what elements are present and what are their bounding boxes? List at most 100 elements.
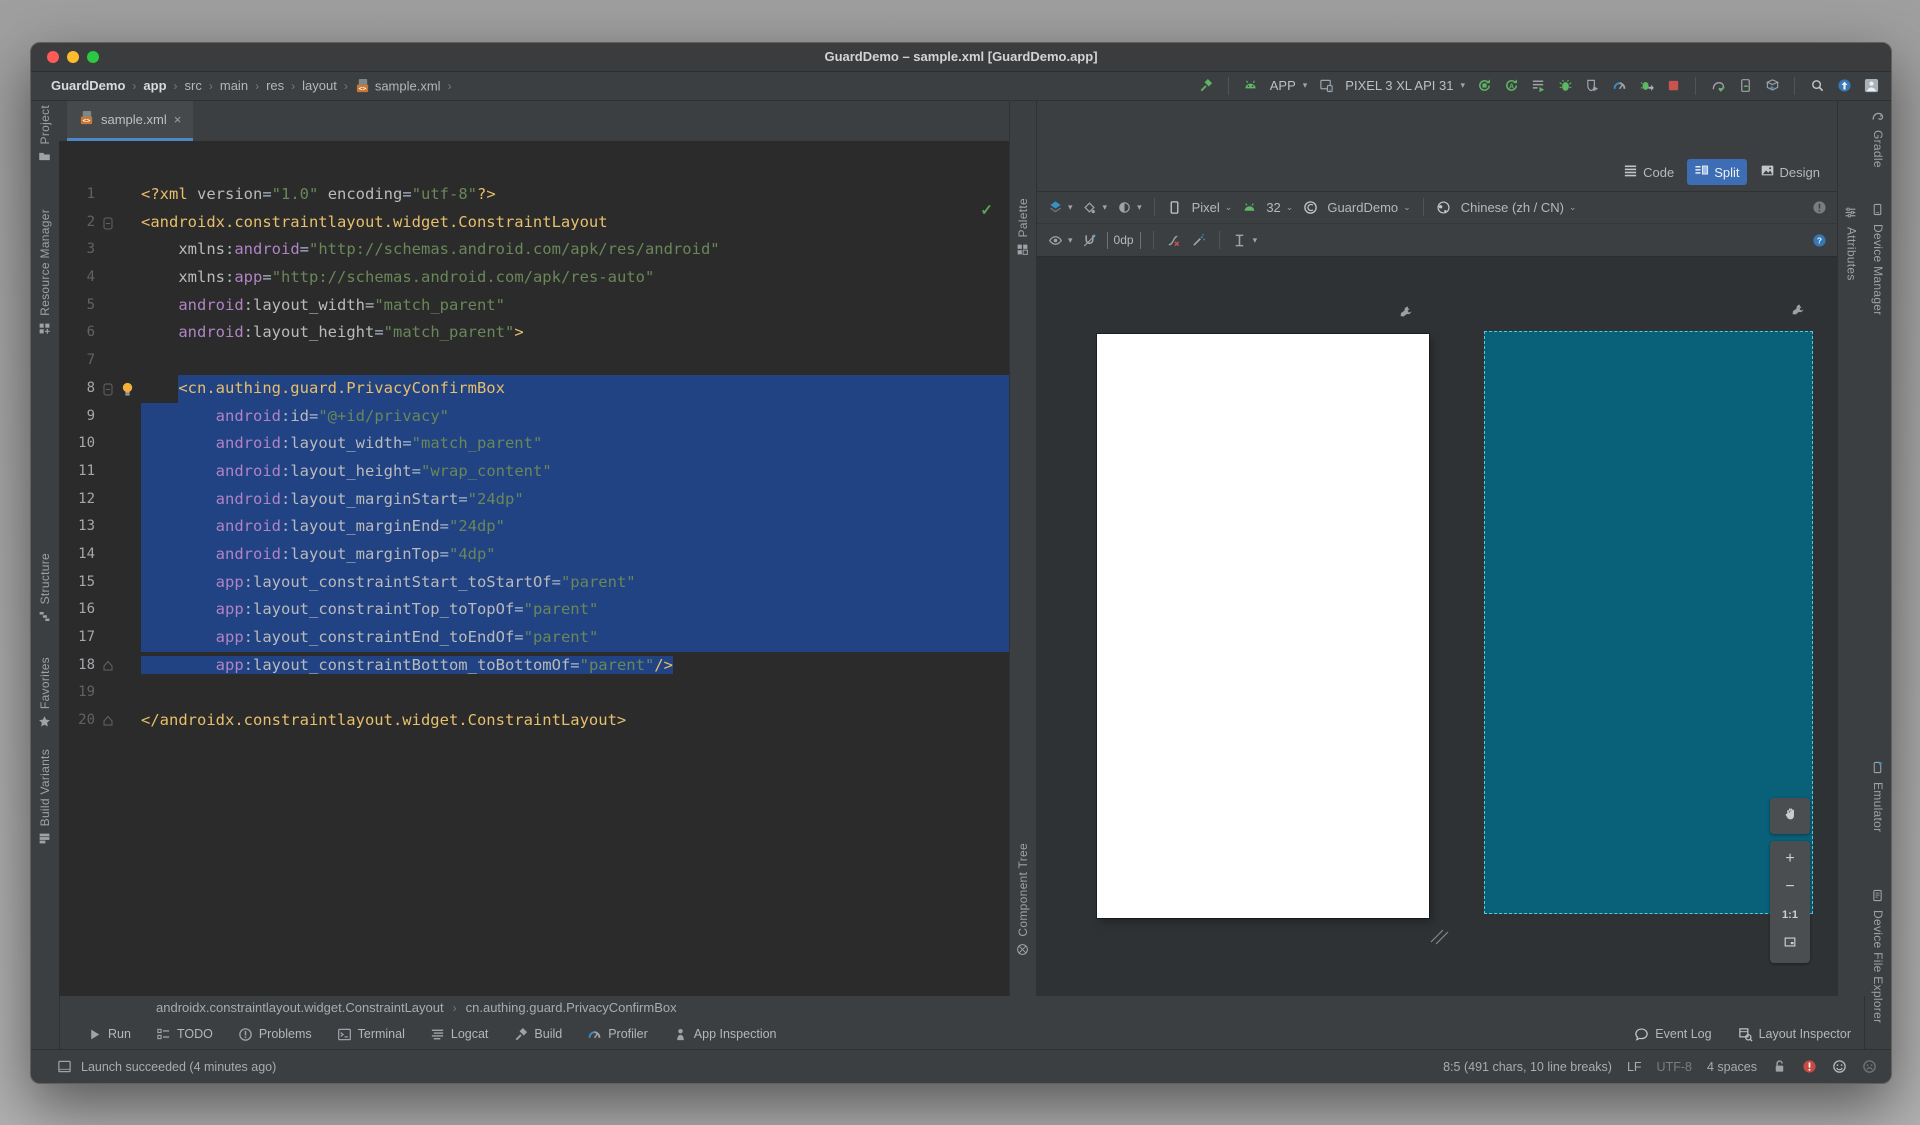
ide-updates-icon[interactable] [1836,78,1852,94]
toolwindow-button-app-inspection[interactable]: App Inspection [673,1027,777,1042]
tab-sample-xml[interactable]: <> sample.xml × [67,101,194,141]
breadcrumb-item-sample-xml[interactable]: <> sample.xml [355,78,441,94]
combo-label-32[interactable]: 32 [1266,200,1280,215]
status-8-5-491-chars-10-line-breaks-[interactable]: 8:5 (491 chars, 10 line breaks) [1443,1060,1612,1074]
toolwindow-button-build[interactable]: Build [513,1027,562,1042]
frown-icon[interactable] [1862,1059,1877,1074]
code-line[interactable]: 18 app:layout_constraintBottom_toBottomO… [59,652,1009,680]
chevron-down-icon[interactable]: ▾ [1068,202,1073,213]
fold-marker[interactable] [95,707,141,735]
chevron-down-icon[interactable]: ⌄ [1403,202,1411,213]
breadcrumb-item-guarddemo[interactable]: GuardDemo [51,78,125,93]
chevron-down-icon[interactable]: ▾ [1303,80,1308,91]
sidebar-item-gradle[interactable]: Gradle [1865,109,1891,168]
code-line[interactable]: 10 android:layout_width="match_parent" [59,430,1009,458]
breadcrumb-item-layout[interactable]: layout [302,78,337,93]
code-line[interactable]: 19 [59,679,1009,707]
status-4-spaces[interactable]: 4 spaces [1707,1060,1757,1074]
mode-split[interactable]: Split [1687,159,1747,185]
intention-bulb-icon[interactable] [119,380,136,397]
theme-icon[interactable] [1302,199,1318,215]
orientation-icon[interactable] [1082,199,1098,215]
combo-label-pixel[interactable]: Pixel [1192,200,1220,215]
stop-icon[interactable] [1665,78,1681,94]
pan-hand-button[interactable] [1770,798,1810,834]
profile-app-icon[interactable] [1584,78,1600,94]
infer-constraints-icon[interactable] [1191,232,1207,248]
wrench-icon[interactable] [1399,305,1413,319]
code-line[interactable]: 17 app:layout_constraintEnd_toEndOf="par… [59,624,1009,652]
code-line[interactable]: 14 android:layout_marginTop="4dp" [59,540,1009,569]
breadcrumb-item-res[interactable]: res [266,78,284,93]
combo-label-guarddemo[interactable]: GuardDemo [1327,200,1398,215]
breadcrumb-item-src[interactable]: src [185,78,202,93]
build-hammer-icon[interactable] [1198,78,1214,94]
clear-constraints-icon[interactable] [1166,232,1182,248]
sidebar-item-project[interactable]: Project [31,105,59,165]
code-line[interactable]: 5 android:layout_width="match_parent" [59,292,1009,320]
sidebar-item-structure[interactable]: Structure [31,553,59,625]
design-view-device[interactable] [1097,334,1429,918]
sidebar-item-emulator[interactable]: Emulator [1865,761,1891,832]
zoom-out-button[interactable]: − [1785,879,1794,895]
code-line[interactable]: 15 app:layout_constraintStart_toStartOf=… [59,568,1009,597]
android-small-icon[interactable] [1241,199,1257,215]
unlock-icon[interactable] [1772,1059,1787,1074]
blueprint-view-device[interactable] [1484,331,1813,914]
apply-code-changes-icon[interactable]: A [1503,78,1519,94]
design-surface[interactable]: + − 1:1 [1037,257,1837,996]
toolwindow-button-logcat[interactable]: Logcat [430,1027,488,1042]
code-line[interactable]: 13 android:layout_marginEnd="24dp" [59,513,1009,541]
error-badge-icon[interactable] [1802,1059,1817,1074]
xml-breadcrumb-item[interactable]: cn.authing.guard.PrivacyConfirmBox [466,1000,677,1015]
chevron-down-icon[interactable]: ▾ [1103,202,1108,213]
toolbar-label-app[interactable]: APP [1270,78,1296,93]
chevron-down-icon[interactable]: ▾ [1253,235,1258,246]
chevron-down-icon[interactable]: ▾ [1068,235,1073,246]
sidebar-item-attributes[interactable]: Attributes [1838,206,1865,281]
sidebar-item-resource-manager[interactable]: Resource Manager [31,209,59,337]
code-line[interactable]: 3 xmlns:android="http://schemas.android.… [59,236,1009,264]
help-icon[interactable]: ? [1811,232,1827,248]
breadcrumb-item-main[interactable]: main [220,78,248,93]
sidebar-item-favorites[interactable]: Favorites [31,657,59,730]
code-line[interactable]: 20 </androidx.constraintlayout.widget.Con… [59,707,1009,735]
chevron-down-icon[interactable]: ▾ [1460,80,1465,91]
combo-label-chinese-zh-cn-[interactable]: Chinese (zh / CN) [1461,200,1564,215]
code-line[interactable]: 6 android:layout_height="match_parent"> [59,319,1009,347]
xml-breadcrumb-item[interactable]: androidx.constraintlayout.widget.Constra… [156,1000,444,1015]
fold-marker[interactable] [95,652,141,680]
status-lf[interactable]: LF [1627,1060,1642,1074]
sidebar-item-device-file-explorer[interactable]: Device File Explorer [1865,889,1891,1023]
code-line[interactable]: 12 android:layout_marginStart="24dp" [59,485,1009,514]
toolwindow-toggle-icon[interactable] [57,1059,72,1074]
smile-icon[interactable] [1832,1059,1847,1074]
sidebar-item-build-variants[interactable]: Build Variants [31,749,59,847]
device-monitor-icon[interactable] [1318,78,1334,94]
toolbar-label-pixel-3-xl-api-31[interactable]: PIXEL 3 XL API 31 [1345,78,1453,93]
sidebar-item-palette[interactable]: Palette [1010,198,1036,258]
toolwindow-button-terminal[interactable]: Terminal [337,1027,405,1042]
wrench-icon[interactable] [1791,303,1805,317]
android-head-icon[interactable] [1243,78,1259,94]
code-line[interactable]: 7 [59,347,1009,375]
code-line[interactable]: 1 <?xml version="1.0" encoding="utf-8"?> [59,181,1009,209]
mode-code[interactable]: Code [1616,159,1681,185]
fold-marker[interactable] [95,209,141,237]
device-manager-icon[interactable] [1737,78,1753,94]
close-tab-icon[interactable]: × [174,112,182,127]
toolwindow-button-todo[interactable]: TODO [156,1027,213,1042]
breadcrumb-item-app[interactable]: app [143,78,166,93]
night-mode-icon[interactable] [1116,199,1132,215]
toolwindow-button-run[interactable]: Run [87,1027,131,1042]
code-line[interactable]: 8 <cn.authing.guard.PrivacyConfirmBox [59,374,1009,403]
chevron-down-icon[interactable]: ⌄ [1225,202,1233,213]
toolwindow-button-layout-inspector[interactable]: Layout Inspector [1738,1027,1851,1042]
status-utf-8[interactable]: UTF-8 [1657,1060,1692,1074]
canvas-resize-handle[interactable] [1429,926,1451,948]
toolwindow-button-profiler[interactable]: Profiler [587,1027,648,1042]
chevron-down-icon[interactable]: ⌄ [1569,202,1577,213]
layers-icon[interactable] [1047,199,1063,215]
phone-small-icon[interactable] [1167,199,1183,215]
sidebar-item-device-manager[interactable]: Device Manager [1865,203,1891,316]
